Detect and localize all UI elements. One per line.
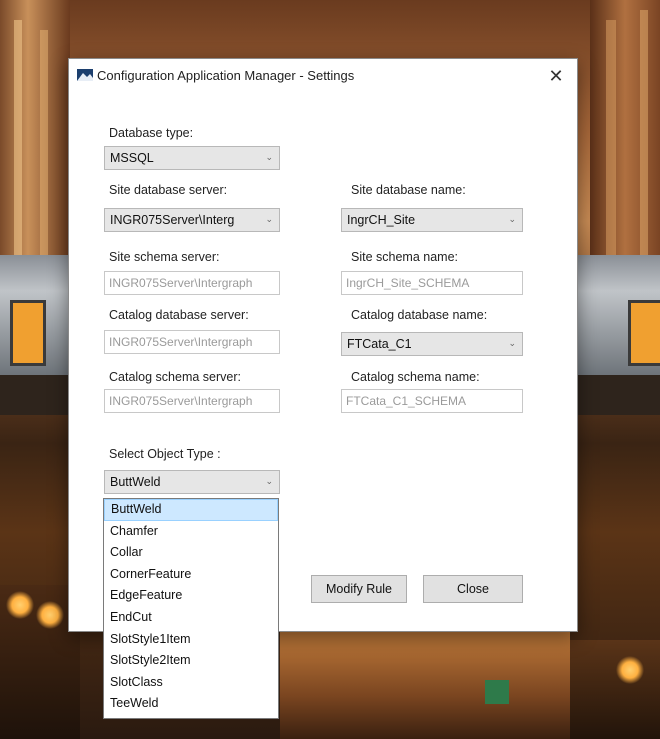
object-type-dropdown-list[interactable]: ButtWeld Chamfer Collar CornerFeature Ed…	[103, 498, 279, 719]
site-db-name-combo[interactable]: IngrCH_Site ⌄	[341, 208, 523, 232]
catalog-schema-server-value: INGR075Server\Intergraph	[109, 394, 253, 408]
catalog-schema-server-field[interactable]: INGR075Server\Intergraph	[104, 389, 280, 413]
chevron-down-icon: ⌄	[508, 214, 516, 224]
catalog-db-name-combo[interactable]: FTCata_C1 ⌄	[341, 332, 523, 356]
building-light	[606, 20, 616, 260]
database-type-value: MSSQL	[110, 151, 154, 165]
catalog-schema-name-label: Catalog schema name:	[351, 370, 480, 384]
list-item[interactable]: EdgeFeature	[104, 585, 278, 607]
close-icon[interactable]: ✕	[543, 63, 569, 89]
list-item[interactable]: SlotClass	[104, 672, 278, 694]
building-light	[640, 10, 648, 260]
window-title: Configuration Application Manager - Sett…	[97, 68, 355, 83]
object-type-value: ButtWeld	[110, 475, 161, 489]
catalog-db-server-value: INGR075Server\Intergraph	[109, 335, 253, 349]
catalog-schema-name-field[interactable]: FTCata_C1_SCHEMA	[341, 389, 523, 413]
site-schema-server-value: INGR075Server\Intergraph	[109, 276, 253, 290]
chevron-down-icon: ⌄	[265, 476, 273, 486]
catalog-db-server-label: Catalog database server:	[109, 308, 249, 322]
chevron-down-icon: ⌄	[508, 338, 516, 348]
site-db-server-value: INGR075Server\Interg	[110, 213, 235, 227]
modify-rule-button[interactable]: Modify Rule	[311, 575, 407, 603]
site-schema-name-value: IngrCH_Site_SCHEMA	[346, 276, 470, 290]
list-item[interactable]: CornerFeature	[104, 564, 278, 586]
chevron-down-icon: ⌄	[265, 214, 273, 224]
list-item[interactable]: EndCut	[104, 607, 278, 629]
street-sign	[485, 680, 509, 704]
close-button[interactable]: Close	[423, 575, 523, 603]
list-item[interactable]: Chamfer	[104, 521, 278, 543]
site-db-server-combo[interactable]: INGR075Server\Interg ⌄	[104, 208, 280, 232]
catalog-db-name-value: FTCata_C1	[347, 337, 412, 351]
site-db-name-label: Site database name:	[351, 183, 466, 197]
list-item[interactable]: Collar	[104, 542, 278, 564]
train-window	[10, 300, 46, 366]
object-type-label: Select Object Type :	[109, 447, 221, 461]
list-item[interactable]: SlotStyle2Item	[104, 650, 278, 672]
site-schema-name-field[interactable]: IngrCH_Site_SCHEMA	[341, 271, 523, 295]
app-icon	[77, 69, 93, 81]
catalog-db-name-label: Catalog database name:	[351, 308, 488, 322]
database-type-label: Database type:	[109, 126, 194, 140]
building-light	[14, 20, 22, 270]
bridge-girder	[570, 375, 660, 415]
street-lamps	[570, 640, 660, 739]
site-schema-server-label: Site schema server:	[109, 250, 220, 264]
list-item[interactable]: SlotStyle1Item	[104, 629, 278, 651]
catalog-schema-server-label: Catalog schema server:	[109, 370, 242, 384]
site-db-name-value: IngrCH_Site	[347, 213, 416, 227]
train-window	[628, 300, 660, 366]
object-type-combo[interactable]: ButtWeld ⌄	[104, 470, 280, 494]
database-type-combo[interactable]: MSSQL ⌄	[104, 146, 280, 170]
street-scene	[280, 632, 570, 739]
catalog-schema-name-value: FTCata_C1_SCHEMA	[346, 394, 467, 408]
title-bar[interactable]: Configuration Application Manager - Sett…	[69, 59, 577, 93]
list-item[interactable]: ButtWeld	[104, 499, 278, 521]
site-db-server-label: Site database server:	[109, 183, 228, 197]
site-schema-server-field[interactable]: INGR075Server\Intergraph	[104, 271, 280, 295]
chevron-down-icon: ⌄	[265, 152, 273, 162]
list-item[interactable]: TeeWeld	[104, 693, 278, 715]
site-schema-name-label: Site schema name:	[351, 250, 458, 264]
building-light	[40, 30, 48, 270]
catalog-db-server-field[interactable]: INGR075Server\Intergraph	[104, 330, 280, 354]
